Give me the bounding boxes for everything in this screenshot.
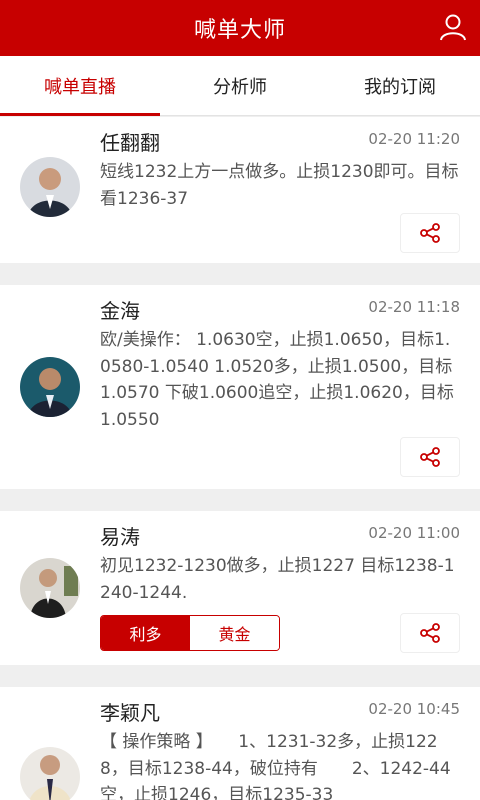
tag-group: 利多 黄金 [100,615,280,651]
share-button[interactable] [400,437,460,477]
share-icon [420,623,440,643]
share-icon [420,223,440,243]
avatar[interactable] [20,747,80,800]
tab-analysts[interactable]: 分析师 [160,56,320,115]
author-name: 金海 [100,299,140,323]
tab-my-subscriptions[interactable]: 我的订阅 [320,56,480,115]
tab-live-calls[interactable]: 喊单直播 [0,56,160,116]
author-name: 李颖凡 [100,701,160,725]
post-card[interactable]: 任翻翻 02-20 11:20 短线1232上方一点做多。止损1230即可。目标… [0,117,480,263]
post-card[interactable]: 易涛 02-20 11:00 初见1232-1230做多，止损1227 目标12… [0,511,480,665]
post-time: 02-20 11:00 [368,524,460,542]
post-content: 欧/美操作： 1.0630空，止损1.0650，目标1.0580-1.0540 … [100,330,454,430]
app-header: 喊单大师 [0,0,480,56]
post-time: 02-20 10:45 [368,700,460,718]
tab-bar: 喊单直播 分析师 我的订阅 [0,56,480,116]
post-content: 初见1232-1230做多，止损1227 目标1238-1240-1244. [100,556,455,603]
user-icon[interactable] [438,12,468,42]
post-time: 02-20 11:20 [368,130,460,148]
share-button[interactable] [400,613,460,653]
post-card[interactable]: 李颖凡 02-20 10:45 【 操作策略 】 1、1231-32多，止损12… [0,687,480,800]
share-button[interactable] [400,213,460,253]
post-content: 【 操作策略 】 1、1231-32多，止损1228，目标1238-44，破位持… [100,732,451,800]
post-card[interactable]: 金海 02-20 11:18 欧/美操作： 1.0630空，止损1.0650，目… [0,285,480,489]
post-time: 02-20 11:18 [368,298,460,316]
avatar[interactable] [20,558,80,618]
share-icon [420,447,440,467]
avatar[interactable] [20,157,80,217]
author-name: 任翻翻 [100,131,160,155]
avatar[interactable] [20,357,80,417]
app-title: 喊单大师 [193,18,286,43]
post-feed[interactable]: 任翻翻 02-20 11:20 短线1232上方一点做多。止损1230即可。目标… [0,117,480,800]
post-content: 短线1232上方一点做多。止损1230即可。目标看1236-37 [100,162,459,209]
tag-gold[interactable]: 黄金 [190,616,279,650]
author-name: 易涛 [100,525,140,549]
tag-bullish[interactable]: 利多 [101,616,190,650]
